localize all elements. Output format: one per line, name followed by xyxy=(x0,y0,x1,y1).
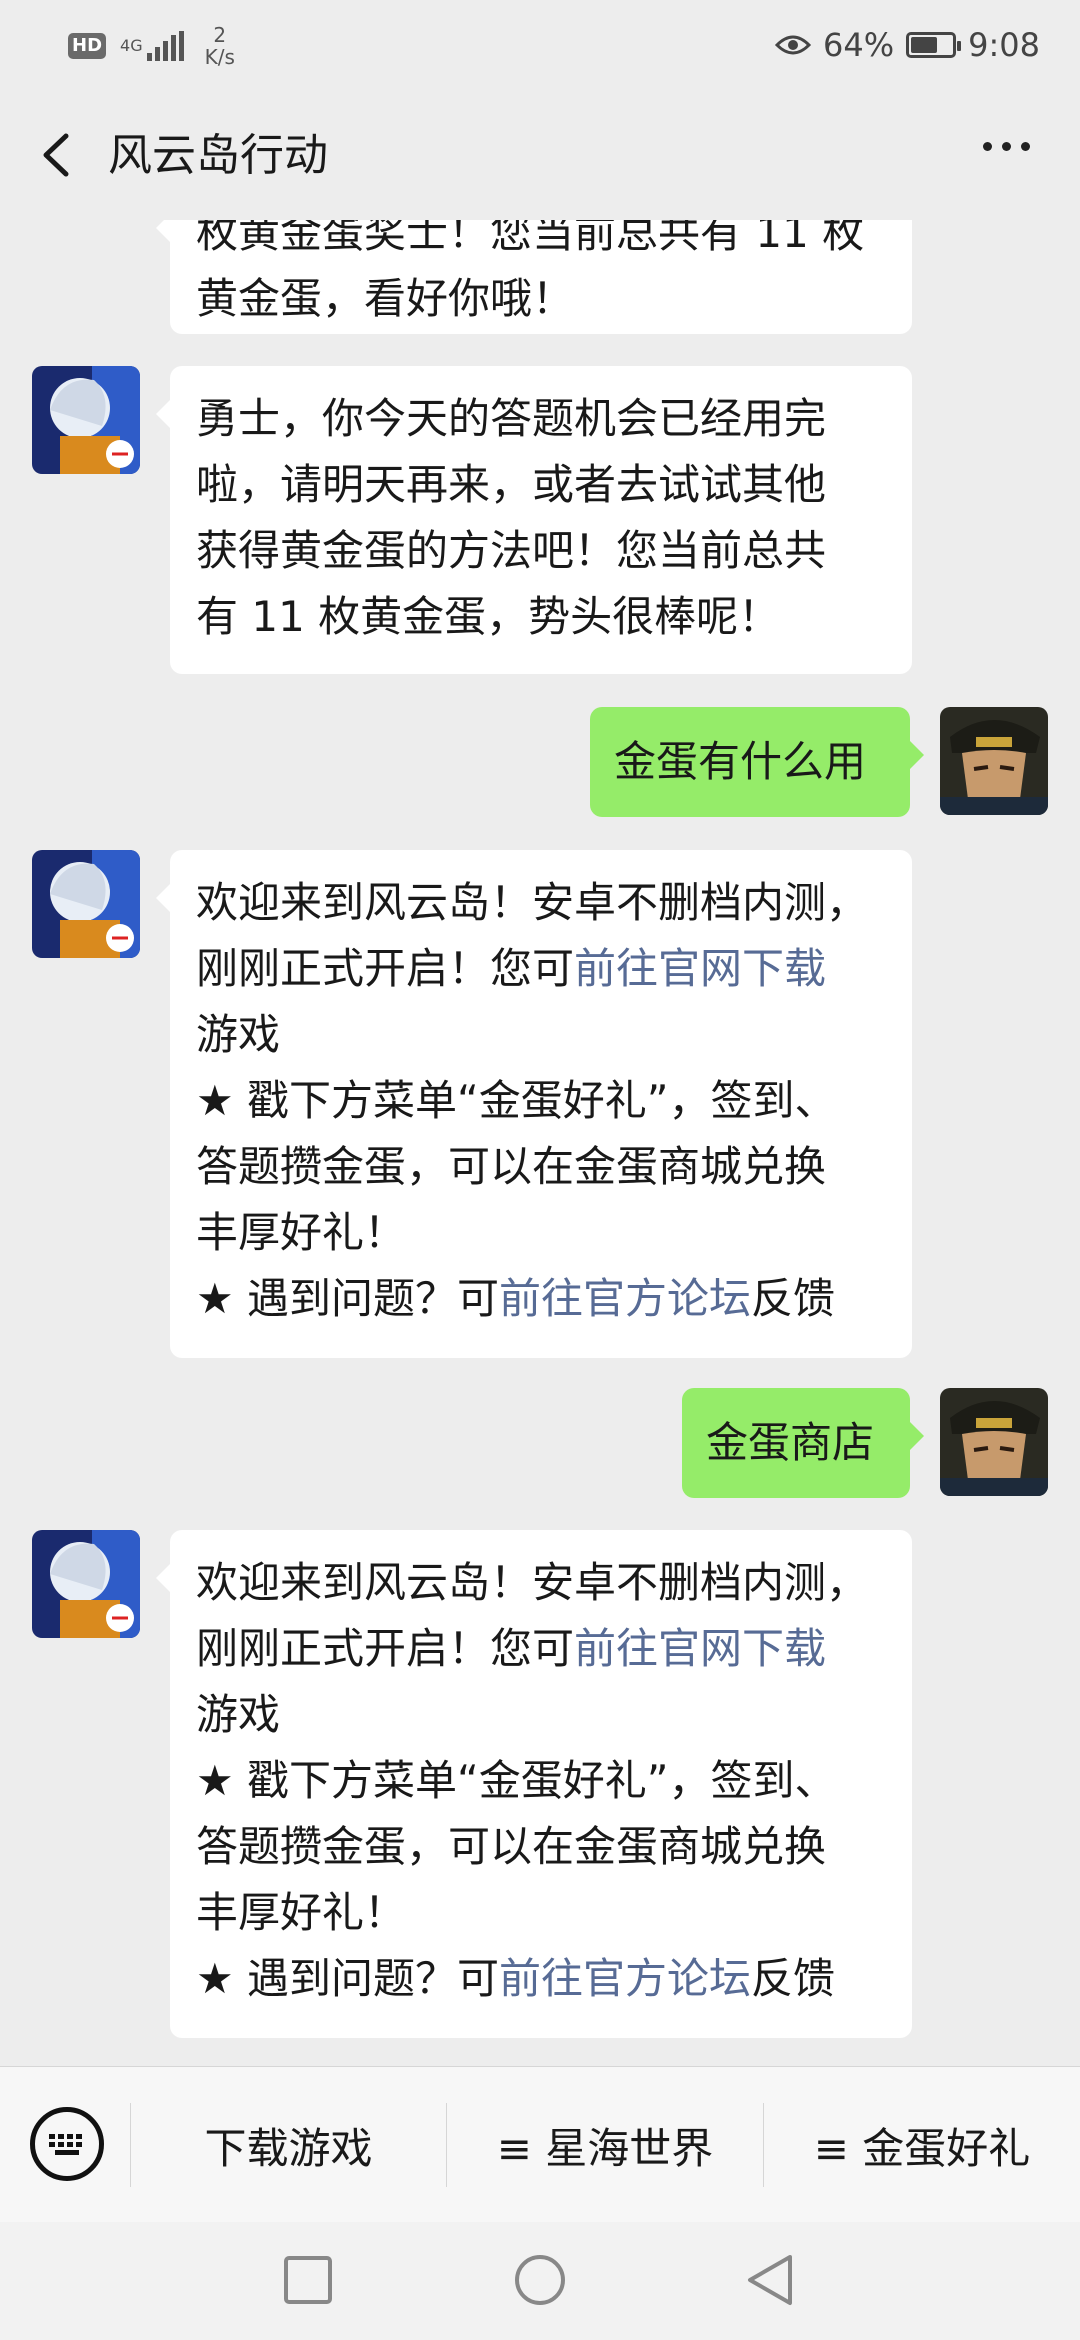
keyboard-icon xyxy=(49,2134,82,2155)
message-bubble-incoming[interactable]: 枚黄金蛋奖士！您当前总共有 11 枚 黄金蛋，看好你哦！ xyxy=(156,220,912,334)
more-dots-icon xyxy=(983,142,992,151)
message-bubble-outgoing[interactable]: 金蛋商店 xyxy=(682,1388,924,1498)
keyboard-toggle-button[interactable] xyxy=(30,2107,104,2181)
battery-percent: 64% xyxy=(823,26,895,64)
official-site-download-link[interactable]: 前往官网下载 xyxy=(574,944,826,993)
page-title: 风云岛行动 xyxy=(108,130,328,181)
battery-icon xyxy=(906,32,962,58)
user-avatar[interactable] xyxy=(940,707,1048,815)
system-navigation-bar xyxy=(0,2222,1080,2340)
more-options-button[interactable] xyxy=(983,142,1030,151)
status-bar: HD 4G 2 K/s 64% 9:08 xyxy=(0,0,1080,90)
back-nav-button[interactable] xyxy=(744,2252,796,2308)
message-bubble-incoming[interactable]: 欢迎来到风云岛！安卓不删档内测， 刚刚正式开启！您可前往官网下载 游戏 ★ 戳下… xyxy=(156,1530,912,2038)
home-button[interactable] xyxy=(512,2252,568,2308)
account-menu-bar: 下载游戏 ≡ 星海世界 ≡ 金蛋好礼 xyxy=(0,2066,1080,2223)
official-forum-link[interactable]: 前往官方论坛 xyxy=(499,1954,751,2003)
network-speed: 2 K/s xyxy=(204,23,235,69)
menu-golden-egg-gifts[interactable]: ≡ 金蛋好礼 xyxy=(764,2103,1080,2187)
official-account-avatar[interactable] xyxy=(32,1530,140,1638)
official-account-avatar[interactable] xyxy=(32,850,140,958)
chat-header: 风云岛行动 xyxy=(0,90,1080,220)
recent-apps-button[interactable] xyxy=(282,2254,334,2306)
official-site-download-link[interactable]: 前往官网下载 xyxy=(574,1624,826,1673)
official-account-avatar[interactable] xyxy=(32,366,140,474)
user-avatar[interactable] xyxy=(940,1388,1048,1496)
chat-list[interactable]: 枚黄金蛋奖士！您当前总共有 11 枚 黄金蛋，看好你哦！ 勇士，你今天的答题机会… xyxy=(0,220,1080,2066)
message-bubble-incoming[interactable]: 欢迎来到风云岛！安卓不删档内测， 刚刚正式开启！您可前往官网下载 游戏 ★ 戳下… xyxy=(156,850,912,1358)
message-bubble-outgoing[interactable]: 金蛋有什么用 xyxy=(590,707,924,817)
hd-badge: HD xyxy=(68,33,107,59)
back-button[interactable] xyxy=(36,130,76,180)
chevron-left-icon xyxy=(43,133,69,177)
menu-star-sea-world[interactable]: ≡ 星海世界 xyxy=(447,2103,763,2187)
official-forum-link[interactable]: 前往官方论坛 xyxy=(499,1274,751,1323)
signal-icon: 4G xyxy=(120,31,185,61)
message-bubble-incoming[interactable]: 勇士，你今天的答题机会已经用完 啦，请明天再来，或者去试试其他 获得黄金蛋的方法… xyxy=(156,366,912,674)
menu-download-game[interactable]: 下载游戏 xyxy=(131,2103,446,2187)
clock: 9:08 xyxy=(968,26,1040,64)
eye-icon xyxy=(775,35,812,55)
